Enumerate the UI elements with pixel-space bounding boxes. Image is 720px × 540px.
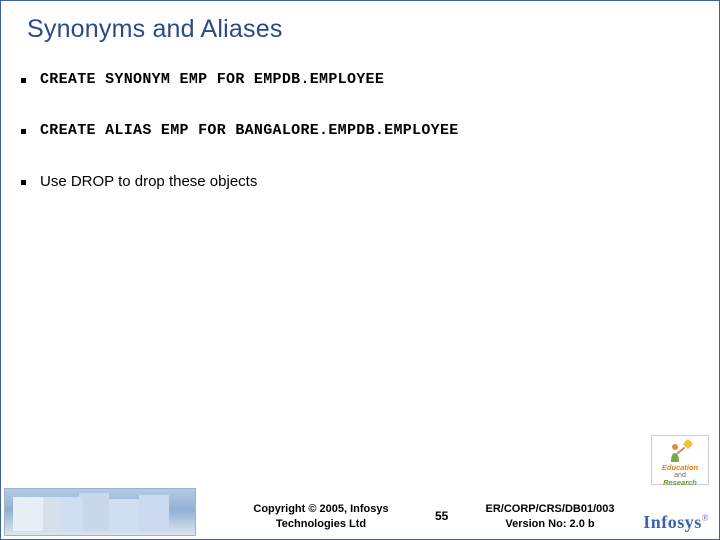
bullet-icon (21, 78, 26, 83)
badge-line-1: Education (652, 464, 708, 472)
registered-icon: ® (702, 513, 709, 523)
version-number: Version No: 2.0 b (475, 517, 625, 531)
bullet-text: Use DROP to drop these objects (40, 173, 257, 190)
slide-title: Synonyms and Aliases (27, 15, 283, 44)
list-item: CREATE SYNONYM EMP FOR EMPDB.EMPLOYEE (21, 71, 689, 88)
bullet-text: CREATE SYNONYM EMP FOR EMPDB.EMPLOYEE (40, 71, 384, 88)
logo-text: Infosys (643, 512, 702, 532)
bullet-list: CREATE SYNONYM EMP FOR EMPDB.EMPLOYEE CR… (21, 71, 689, 224)
slide: Synonyms and Aliases CREATE SYNONYM EMP … (0, 0, 720, 540)
document-id-block: ER/CORP/CRS/DB01/003 Version No: 2.0 b (475, 502, 625, 531)
document-id: ER/CORP/CRS/DB01/003 (475, 502, 625, 516)
footer: Copyright © 2005, Infosys Technologies L… (1, 477, 719, 539)
person-sun-icon (666, 439, 694, 463)
decorative-skyline-image (4, 488, 196, 536)
copyright-block: Copyright © 2005, Infosys Technologies L… (231, 502, 411, 531)
page-number: 55 (435, 509, 448, 523)
bullet-text: CREATE ALIAS EMP FOR BANGALORE.EMPDB.EMP… (40, 122, 459, 139)
list-item: CREATE ALIAS EMP FOR BANGALORE.EMPDB.EMP… (21, 122, 689, 139)
bullet-icon (21, 180, 26, 185)
infosys-logo: Infosys® (643, 512, 709, 533)
copyright-line-1: Copyright © 2005, Infosys (231, 502, 411, 516)
list-item: Use DROP to drop these objects (21, 173, 689, 190)
bullet-icon (21, 129, 26, 134)
copyright-line-2: Technologies Ltd (231, 517, 411, 531)
